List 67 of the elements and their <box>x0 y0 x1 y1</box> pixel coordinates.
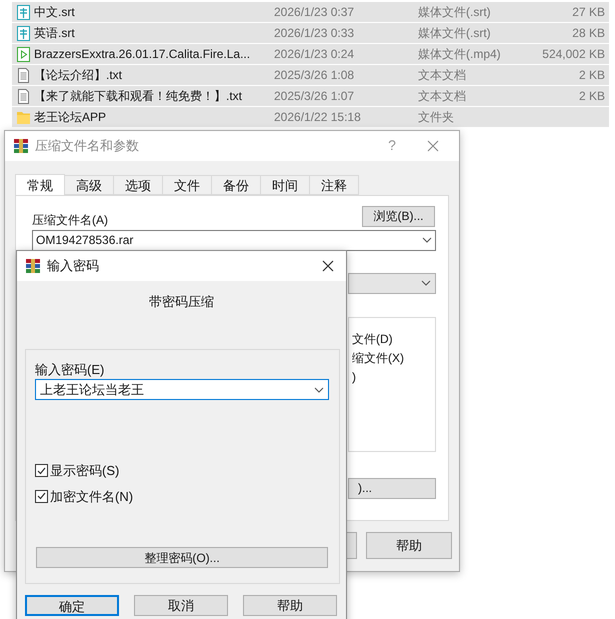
dialog-button[interactable]: 帮助 <box>243 595 337 616</box>
dropdown-icon <box>422 237 432 244</box>
file-date: 2026/1/23 0:33 <box>274 25 356 42</box>
file-size: 2 KB <box>578 88 605 105</box>
dropdown-icon <box>421 280 431 286</box>
organize-button[interactable]: 整理密码(O)... <box>36 547 328 568</box>
file-row[interactable]: 中文.srt 2026/1/23 0:37 媒体文件(.srt) 27 KB <box>12 2 609 22</box>
file-name: 【来了就能下载和观看！纯免费！】.txt <box>34 88 244 105</box>
archive-icon <box>13 138 29 154</box>
subtitle-file-icon <box>14 4 32 20</box>
field-label: 压缩文件名(A) <box>32 212 108 229</box>
browse-button[interactable]: 浏览(B)... <box>362 206 435 227</box>
file-row[interactable]: 【来了就能下载和观看！纯免费！】.txt 2025/3/26 1:07 文本文档 2 KB <box>12 86 609 106</box>
file-type: 媒体文件(.srt) <box>418 4 492 21</box>
file-size: 28 KB <box>572 25 605 42</box>
file-row[interactable]: BrazzersExxtra.26.01.17.Calita.Fire.La... 2026/1/23 0:24 媒体文件(.mp4) 524,002 KB <box>12 44 609 64</box>
tab[interactable]: 常规 <box>15 174 65 196</box>
archive-icon <box>25 258 41 274</box>
file-date: 2025/3/26 1:08 <box>274 67 356 84</box>
file-size: 524,002 KB <box>542 46 605 63</box>
file-date: 2026/1/23 0:24 <box>274 46 356 63</box>
checkbox-label: 加密文件名(N) <box>50 488 134 506</box>
file-date: 2026/1/22 15:18 <box>274 109 362 126</box>
file-type: 文本文档 <box>418 67 467 84</box>
window-title: 输入密码 <box>47 257 100 276</box>
tab[interactable]: 选项 <box>114 174 163 195</box>
dialog-button[interactable]: 取消 <box>134 595 228 616</box>
tab[interactable]: 文件 <box>163 174 212 195</box>
tab[interactable]: 注释 <box>310 174 359 195</box>
close-icon[interactable] <box>322 260 334 272</box>
archive-name-field[interactable]: OM194278536.rar <box>32 230 436 251</box>
subtitle-file-icon <box>14 24 32 42</box>
window-title: 压缩文件名和参数 <box>35 137 140 156</box>
dropdown-icon <box>314 386 324 392</box>
file-name: 中文.srt <box>34 4 76 21</box>
file-date: 2025/3/26 1:07 <box>274 88 356 105</box>
file-date: 2026/1/23 0:37 <box>274 4 356 21</box>
dialog-heading: 带密码压缩 <box>149 293 214 311</box>
dropdown-field[interactable] <box>348 272 436 294</box>
file-type: 媒体文件(.mp4) <box>418 46 502 63</box>
checkbox-label: 显示密码(S) <box>50 462 120 480</box>
file-type: 文本文档 <box>418 88 467 105</box>
option-text: 文件(D) <box>351 330 394 347</box>
help-button[interactable]: 帮助 <box>366 532 452 560</box>
field-label: 输入密码(E) <box>35 361 104 379</box>
tab[interactable]: 时间 <box>261 174 310 195</box>
file-name: 【论坛介绍】.txt <box>34 67 124 84</box>
file-row[interactable]: 老王论坛APP 2026/1/22 15:18 文件夹 <box>12 107 609 127</box>
tab[interactable]: 高级 <box>65 174 114 195</box>
password-field[interactable]: 上老王论坛当老王 <box>35 379 329 400</box>
file-row[interactable]: 【论坛介绍】.txt 2025/3/26 1:08 文本文档 2 KB <box>12 65 609 85</box>
file-size: 27 KB <box>572 4 605 21</box>
checkbox[interactable] <box>35 464 48 478</box>
file-type: 文件夹 <box>418 109 455 126</box>
file-type: 媒体文件(.srt) <box>418 25 492 42</box>
file-name: BrazzersExxtra.26.01.17.Calita.Fire.La... <box>34 46 252 63</box>
option-text: 缩文件(X) <box>351 350 405 366</box>
file-name: 老王论坛APP <box>34 109 108 126</box>
file-row[interactable]: 英语.srt 2026/1/23 0:33 媒体文件(.srt) 28 KB <box>12 23 609 43</box>
option-text: ) <box>351 368 357 385</box>
file-size: 2 KB <box>578 67 605 84</box>
file-name: 英语.srt <box>34 25 76 42</box>
checkbox[interactable] <box>35 490 48 503</box>
dialog-button[interactable]: )... <box>348 478 436 499</box>
tab[interactable]: 备份 <box>212 174 261 195</box>
dialog-button[interactable]: 确定 <box>25 595 119 616</box>
video-file-icon <box>14 46 32 62</box>
